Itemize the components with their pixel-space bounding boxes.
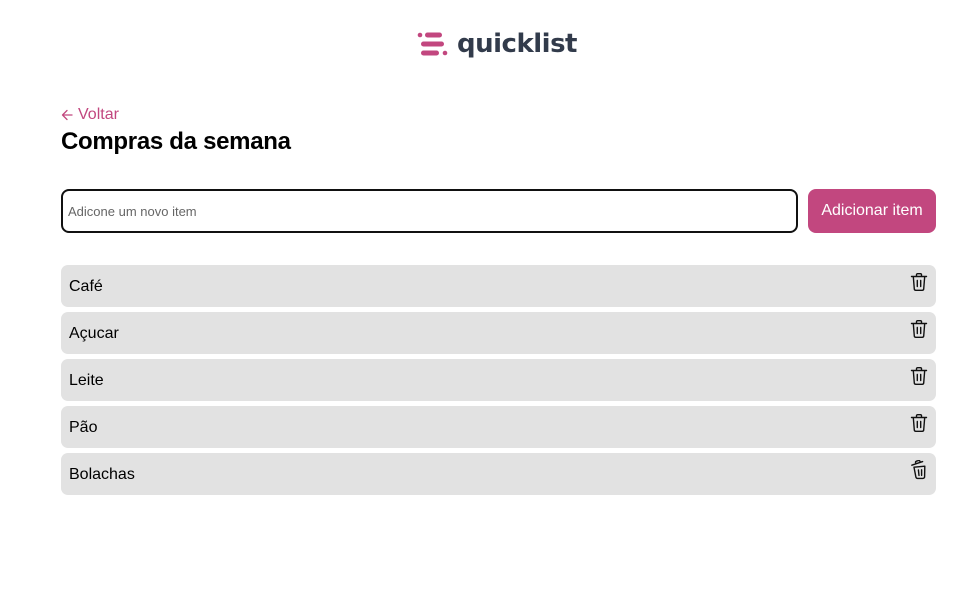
add-item-form: Adicionar item [61, 189, 936, 233]
arrow-left-icon [61, 109, 73, 121]
list-item: Leite [61, 359, 936, 401]
app-header: quicklist [0, 26, 970, 62]
delete-item-button[interactable] [909, 366, 929, 388]
trash-icon [910, 367, 928, 385]
list-item: Café [61, 265, 936, 307]
item-label: Pão [69, 418, 98, 436]
list-item: Bolachas [61, 453, 936, 495]
brand-name: quicklist [457, 29, 577, 59]
trash-icon [910, 320, 928, 338]
page-title: Compras da semana [61, 128, 291, 155]
trash-icon [910, 414, 928, 432]
new-item-input[interactable] [61, 189, 798, 233]
delete-item-button[interactable] [909, 272, 929, 294]
delete-item-button[interactable] [909, 319, 929, 341]
delete-item-button[interactable] [909, 413, 929, 435]
add-item-button[interactable]: Adicionar item [808, 189, 936, 233]
back-link-label: Voltar [78, 106, 119, 123]
back-link[interactable]: Voltar [61, 106, 119, 124]
item-label: Leite [69, 371, 104, 389]
item-label: Açucar [69, 324, 119, 342]
delete-item-button[interactable] [909, 460, 929, 482]
list-item: Açucar [61, 312, 936, 354]
list-item: Pão [61, 406, 936, 448]
quicklist-logo: quicklist [417, 29, 577, 59]
item-label: Café [69, 277, 103, 295]
shopping-list: Café Açucar Leite Pão Bolachas [61, 265, 936, 500]
trash-open-icon [911, 460, 926, 480]
trash-icon [910, 273, 928, 291]
list-logo-icon [417, 32, 448, 56]
item-label: Bolachas [69, 465, 135, 483]
